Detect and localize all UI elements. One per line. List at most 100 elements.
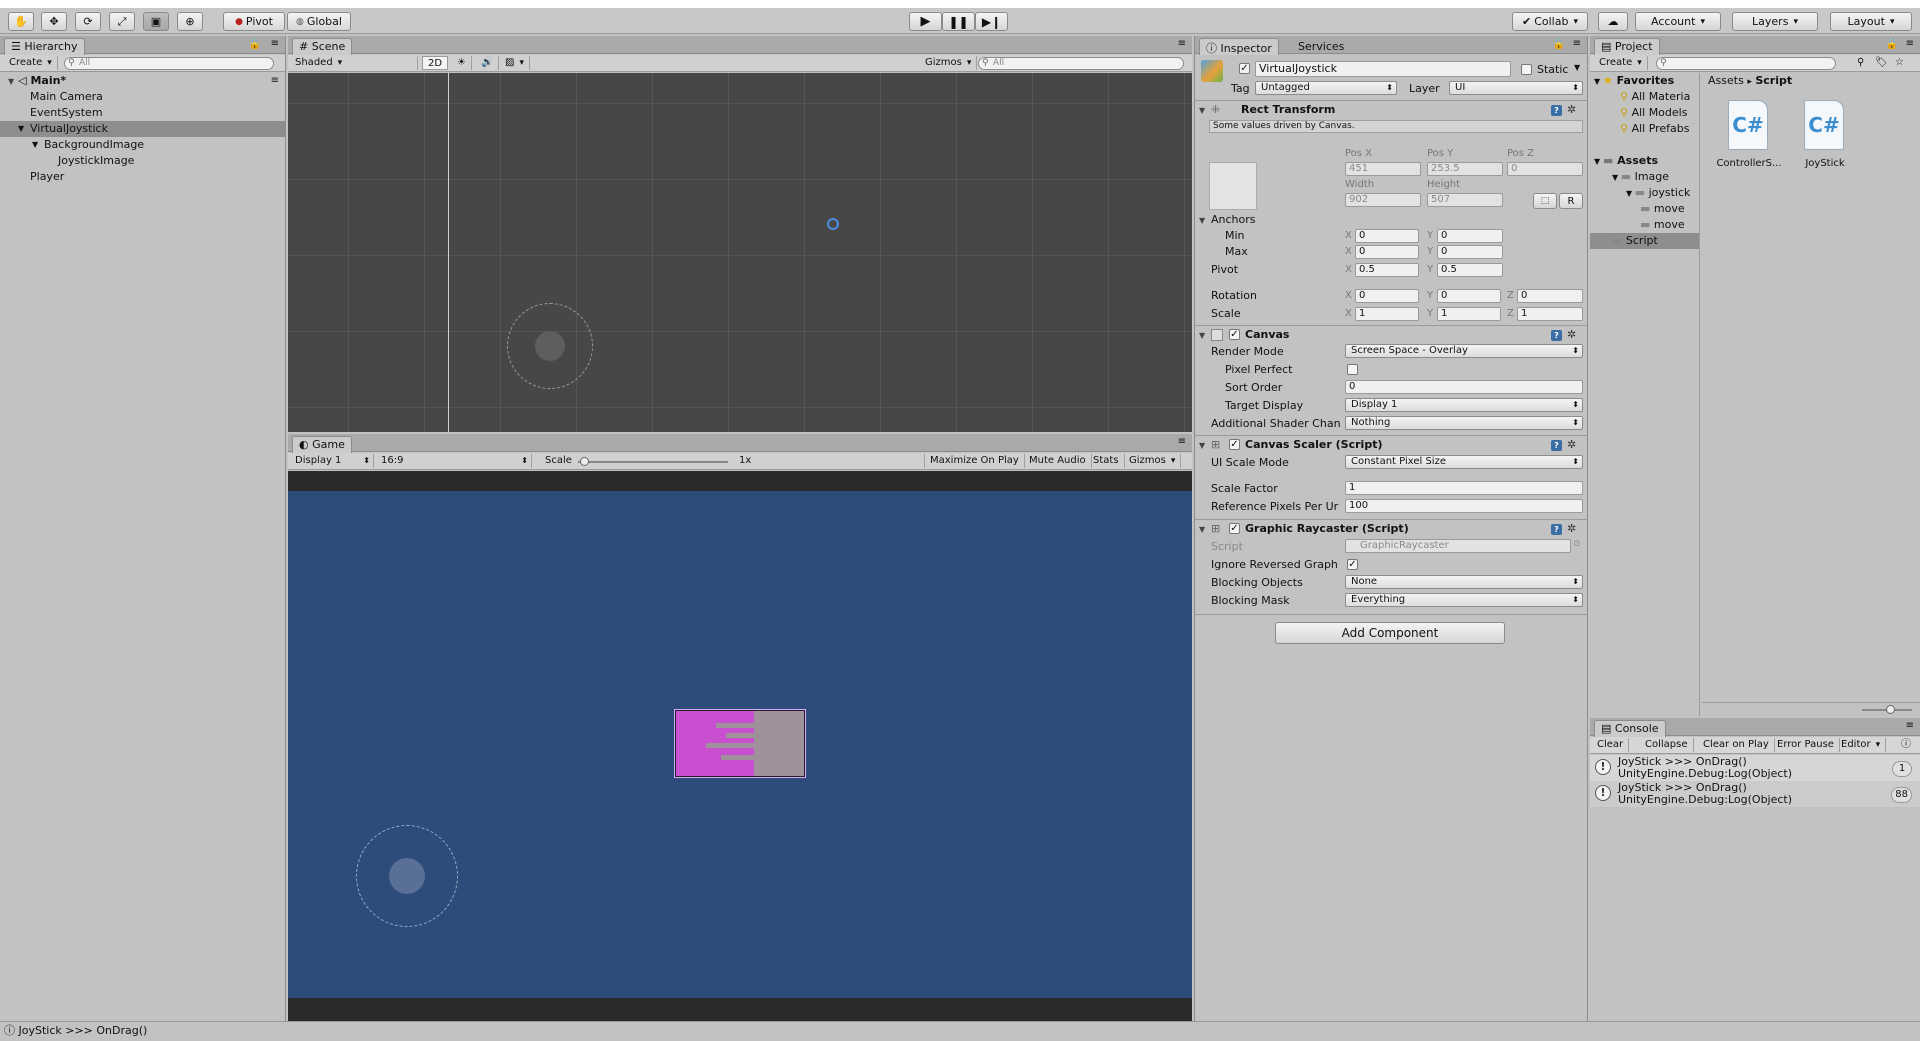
- joystick-knob[interactable]: [535, 331, 565, 361]
- tab-scene[interactable]: # Scene: [292, 38, 353, 55]
- tab-services[interactable]: Services: [1291, 38, 1351, 55]
- warning-filter-icon[interactable]: ⓘ: [1896, 738, 1916, 752]
- rect-tool-icon[interactable]: ▣: [143, 12, 169, 31]
- favorite-star-icon[interactable]: ☆: [1890, 56, 1909, 70]
- fold-arrow-icon[interactable]: ▼: [1199, 327, 1205, 345]
- scale-slider-track[interactable]: [578, 461, 728, 463]
- hierarchy-item[interactable]: EventSystem: [0, 105, 285, 121]
- raw-edit-button[interactable]: R: [1559, 193, 1583, 209]
- shader-channels-dropdown[interactable]: Nothing: [1345, 416, 1583, 430]
- script-asset[interactable]: C# JoyStick: [1790, 96, 1860, 186]
- player-sprite[interactable]: [674, 709, 806, 778]
- collapse-button[interactable]: Collapse: [1640, 738, 1694, 752]
- favorite-item[interactable]: ⚲ All Prefabs: [1590, 121, 1699, 137]
- mode-2d-toggle[interactable]: 2D: [422, 56, 449, 70]
- fold-arrow-icon[interactable]: ▼: [1199, 102, 1205, 120]
- rotation-z-field[interactable]: 0: [1517, 289, 1583, 303]
- gear-icon[interactable]: ✲: [1567, 101, 1576, 119]
- ignore-reversed-checkbox[interactable]: ✓: [1347, 559, 1358, 570]
- fold-arrow-icon[interactable]: ▼: [1199, 521, 1205, 539]
- game-viewport[interactable]: [288, 471, 1192, 1021]
- favorite-item[interactable]: ⚲ All Materia: [1590, 89, 1699, 105]
- panel-menu-icon[interactable]: ≡: [1906, 720, 1914, 731]
- help-icon[interactable]: ?: [1551, 440, 1562, 451]
- target-display-dropdown[interactable]: Display 1: [1345, 398, 1583, 412]
- asset-folder-item[interactable]: ▬ move: [1590, 201, 1699, 217]
- rect-transform-header[interactable]: ▼ ⁜ Rect Transform ? ✲: [1195, 100, 1587, 118]
- fold-arrow-icon[interactable]: ▼: [1594, 77, 1603, 86]
- raycaster-enabled-checkbox[interactable]: ✓: [1229, 523, 1240, 534]
- blocking-mask-dropdown[interactable]: Everything: [1345, 593, 1583, 607]
- hierarchy-search-input[interactable]: All: [64, 57, 274, 70]
- layout-dropdown[interactable]: Layout: [1830, 12, 1912, 31]
- hierarchy-item[interactable]: JoystickImage: [0, 153, 285, 169]
- gear-icon[interactable]: ✲: [1567, 520, 1576, 538]
- audio-toggle-icon[interactable]: 🔊: [476, 56, 500, 70]
- mute-audio-toggle[interactable]: Mute Audio: [1024, 454, 1092, 468]
- tab-hierarchy[interactable]: ☰ Hierarchy: [4, 38, 85, 55]
- lighting-toggle-icon[interactable]: ☀: [452, 56, 472, 70]
- transform-tool-icon[interactable]: ⊕: [177, 12, 203, 31]
- help-icon[interactable]: ?: [1551, 330, 1562, 341]
- anchor-min-y-field[interactable]: 0: [1437, 229, 1503, 243]
- asset-folder-item[interactable]: ▼ ▬ joystick: [1590, 185, 1699, 201]
- console-entry[interactable]: ! JoyStick >>> OnDrag() UnityEngine.Debug:…: [1590, 755, 1920, 781]
- breadcrumb-script[interactable]: Script: [1755, 74, 1792, 87]
- scale-y-field[interactable]: 1: [1437, 307, 1501, 321]
- game-render-area[interactable]: [288, 491, 1192, 998]
- gizmos-dropdown[interactable]: Gizmos: [920, 56, 978, 70]
- scene-menu-icon[interactable]: ≡: [271, 73, 279, 89]
- asset-folder-item[interactable]: ▬ Script: [1590, 233, 1699, 249]
- posz-field[interactable]: 0: [1507, 162, 1583, 176]
- hand-tool-icon[interactable]: ✋: [8, 12, 34, 31]
- sort-order-field[interactable]: 0: [1345, 380, 1583, 394]
- gear-icon[interactable]: ✲: [1567, 326, 1576, 344]
- lock-icon[interactable]: 🔒: [1886, 39, 1898, 50]
- scale-z-field[interactable]: 1: [1517, 307, 1583, 321]
- layer-dropdown[interactable]: UI: [1449, 81, 1583, 95]
- panel-menu-icon[interactable]: ≡: [1178, 436, 1186, 447]
- script-field[interactable]: GraphicRaycaster: [1345, 539, 1571, 553]
- account-dropdown[interactable]: Account: [1635, 12, 1721, 31]
- fold-arrow-icon[interactable]: ▼: [8, 77, 14, 86]
- anchor-max-x-field[interactable]: 0: [1355, 245, 1419, 259]
- anchor-preset-button[interactable]: [1209, 162, 1257, 210]
- move-tool-icon[interactable]: ✥: [41, 12, 67, 31]
- project-create-button[interactable]: Create: [1594, 56, 1648, 70]
- panel-menu-icon[interactable]: ≡: [1573, 38, 1581, 49]
- scene-root-row[interactable]: ▼ ◁ Main* ≡: [0, 73, 285, 89]
- fold-arrow-icon[interactable]: ▼: [1199, 437, 1205, 455]
- asset-folder-item[interactable]: ▬ move: [1590, 217, 1699, 233]
- scale-slider-thumb[interactable]: [580, 457, 589, 466]
- fold-arrow-icon[interactable]: ▼: [1626, 189, 1635, 198]
- selection-pivot-handle[interactable]: [827, 218, 839, 230]
- editor-dropdown[interactable]: Editor: [1836, 738, 1887, 752]
- ui-scale-mode-dropdown[interactable]: Constant Pixel Size: [1345, 455, 1583, 469]
- asset-folder-item[interactable]: ▼ ▬ Image: [1590, 169, 1699, 185]
- posy-field[interactable]: 253.5: [1427, 162, 1503, 176]
- layers-dropdown[interactable]: Layers: [1732, 12, 1818, 31]
- fold-arrow-icon[interactable]: ▼: [1594, 157, 1603, 166]
- hierarchy-item[interactable]: ▼ VirtualJoystick: [0, 121, 285, 137]
- pixel-perfect-checkbox[interactable]: [1347, 364, 1358, 375]
- step-button[interactable]: ▶❙: [975, 12, 1008, 31]
- anchor-max-y-field[interactable]: 0: [1437, 245, 1503, 259]
- scale-factor-field[interactable]: 1: [1345, 481, 1583, 495]
- scene-viewport[interactable]: [288, 73, 1192, 432]
- display-dropdown[interactable]: Display 1 ⬍: [290, 454, 374, 468]
- render-mode-dropdown[interactable]: Screen Space - Overlay: [1345, 344, 1583, 358]
- create-button[interactable]: Create: [4, 56, 58, 70]
- rotation-x-field[interactable]: 0: [1355, 289, 1419, 303]
- canvas-component-header[interactable]: ▼ ✓ Canvas ? ✲: [1195, 325, 1587, 343]
- rotation-y-field[interactable]: 0: [1437, 289, 1501, 303]
- blocking-objects-dropdown[interactable]: None: [1345, 575, 1583, 589]
- canvas-enabled-checkbox[interactable]: ✓: [1229, 329, 1240, 340]
- aspect-dropdown[interactable]: 16:9 ⬍: [376, 454, 532, 468]
- active-checkbox[interactable]: ✓: [1239, 63, 1250, 74]
- tab-game[interactable]: ◐ Game: [292, 436, 352, 453]
- pivot-button[interactable]: ● Pivot: [223, 12, 285, 31]
- assets-root-row[interactable]: ▼ ▬ Assets: [1590, 153, 1699, 169]
- shading-dropdown[interactable]: Shaded: [290, 56, 418, 70]
- pause-button[interactable]: ❚❚: [942, 12, 975, 31]
- blueprint-mode-icon[interactable]: ⬚: [1533, 193, 1557, 209]
